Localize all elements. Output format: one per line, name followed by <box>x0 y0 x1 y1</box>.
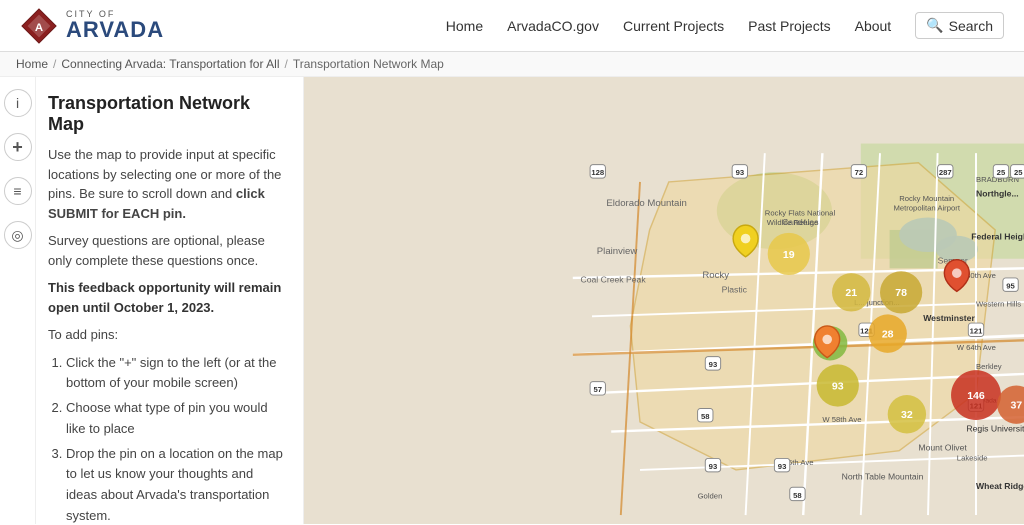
svg-text:W 64th Ave: W 64th Ave <box>957 343 996 352</box>
svg-text:121: 121 <box>970 327 984 336</box>
svg-text:146: 146 <box>967 390 985 402</box>
breadcrumb-sep-1: / <box>53 57 56 71</box>
location-icon: ◎ <box>11 227 23 244</box>
svg-text:19: 19 <box>783 249 795 261</box>
nav-past-projects[interactable]: Past Projects <box>748 18 830 34</box>
svg-text:Westminster: Westminster <box>923 313 975 323</box>
svg-text:Western Hills: Western Hills <box>976 300 1021 309</box>
svg-text:93: 93 <box>709 360 718 369</box>
svg-text:93: 93 <box>832 380 844 392</box>
svg-text:28: 28 <box>882 328 894 340</box>
svg-text:Plainview: Plainview <box>597 246 638 257</box>
cluster-93[interactable]: 93 <box>817 364 859 406</box>
svg-text:Northgle...: Northgle... <box>976 188 1019 198</box>
svg-text:North Table Mountain: North Table Mountain <box>842 472 924 482</box>
search-label: Search <box>949 18 993 34</box>
cluster-19[interactable]: 19 <box>768 233 810 275</box>
plus-icon: + <box>12 137 23 158</box>
svg-text:93: 93 <box>778 462 787 471</box>
svg-text:Lakeside: Lakeside <box>957 453 988 462</box>
page-title: Transportation Network Map <box>48 93 287 135</box>
breadcrumb-home[interactable]: Home <box>16 57 48 71</box>
info-icon-button[interactable]: i <box>4 89 32 117</box>
svg-text:57: 57 <box>593 385 602 394</box>
svg-text:Berkley: Berkley <box>976 362 1002 371</box>
svg-text:Metropolitan Airport: Metropolitan Airport <box>893 204 960 213</box>
svg-text:93: 93 <box>709 462 718 471</box>
svg-text:93: 93 <box>736 168 745 177</box>
breadcrumb-current: Transportation Network Map <box>293 57 444 71</box>
svg-text:A: A <box>35 21 43 33</box>
svg-text:W 58th Ave: W 58th Ave <box>822 415 861 424</box>
svg-text:21: 21 <box>845 287 857 299</box>
svg-text:32: 32 <box>901 409 913 421</box>
breadcrumb: Home / Connecting Arvada: Transportation… <box>0 52 1024 77</box>
svg-text:72: 72 <box>855 168 864 177</box>
svg-text:58: 58 <box>793 491 802 500</box>
breadcrumb-sep-2: / <box>285 57 288 71</box>
intro-text: Use the map to provide input at specific… <box>48 145 287 223</box>
svg-text:Coal Creek Peak: Coal Creek Peak <box>580 275 646 285</box>
svg-text:Rocky: Rocky <box>702 270 729 281</box>
main-layout: i + ≡ ◎ Transportation Network Map Use t… <box>0 77 1024 524</box>
search-icon: 🔍 <box>926 17 943 34</box>
svg-text:Mount Olivet: Mount Olivet <box>918 443 967 453</box>
svg-text:128: 128 <box>591 168 605 177</box>
cluster-28[interactable]: 28 <box>868 314 906 352</box>
header: A CITY OF ARVADA Home ArvadaCO.gov Curre… <box>0 0 1024 52</box>
map-area[interactable]: Eldorado Mountain Plainview Coal Creek P… <box>304 77 1024 524</box>
svg-text:Rocky Mountain: Rocky Mountain <box>899 194 954 203</box>
nav-arvadaco[interactable]: ArvadaCO.gov <box>507 18 599 34</box>
svg-text:Wildlife Refuge: Wildlife Refuge <box>767 218 819 227</box>
step-3: Drop the pin on a location on the map to… <box>66 444 287 524</box>
logo-text: CITY OF ARVADA <box>66 10 164 41</box>
add-pin-button[interactable]: + <box>4 133 32 161</box>
add-pins-label: To add pins: <box>48 325 287 345</box>
survey-note: Survey questions are optional, please on… <box>48 231 287 270</box>
map-svg: Eldorado Mountain Plainview Coal Creek P… <box>304 77 1024 524</box>
svg-text:78: 78 <box>895 287 907 299</box>
deadline-text: This feedback opportunity will remain op… <box>48 278 287 317</box>
main-nav: Home ArvadaCO.gov Current Projects Past … <box>446 12 1004 39</box>
logo-area: A CITY OF ARVADA <box>20 7 164 45</box>
breadcrumb-connecting[interactable]: Connecting Arvada: Transportation for Al… <box>61 57 279 71</box>
search-button[interactable]: 🔍 Search <box>915 12 1004 39</box>
nav-home[interactable]: Home <box>446 18 483 34</box>
svg-text:37: 37 <box>1010 400 1022 412</box>
arvada-label: ARVADA <box>66 19 164 41</box>
cluster-32[interactable]: 32 <box>888 395 926 433</box>
cluster-78[interactable]: 78 <box>880 271 922 313</box>
location-button[interactable]: ◎ <box>4 221 32 249</box>
svg-text:Plastic: Plastic <box>722 284 748 294</box>
svg-text:58: 58 <box>701 412 710 421</box>
filter-button[interactable]: ≡ <box>4 177 32 205</box>
svg-text:Eldorado Mountain: Eldorado Mountain <box>606 198 686 209</box>
filter-icon: ≡ <box>13 183 21 199</box>
steps-list: Click the "+" sign to the left (or at th… <box>48 353 287 525</box>
svg-text:95: 95 <box>1006 282 1015 291</box>
step-2: Choose what type of pin you would like t… <box>66 398 287 440</box>
svg-text:Regis University: Regis University <box>966 424 1024 434</box>
cluster-21[interactable]: 21 <box>832 273 870 311</box>
svg-text:Wheat Ridge: Wheat Ridge <box>976 481 1024 491</box>
deadline-strong: This feedback opportunity will remain op… <box>48 280 281 315</box>
svg-text:25: 25 <box>997 168 1006 177</box>
content-panel: Transportation Network Map Use the map t… <box>36 77 304 524</box>
nav-current-projects[interactable]: Current Projects <box>623 18 724 34</box>
svg-text:25: 25 <box>1014 168 1023 177</box>
svg-text:287: 287 <box>939 168 952 177</box>
logo-icon: A <box>20 7 58 45</box>
sidebar-icons: i + ≡ ◎ <box>0 77 36 524</box>
svg-text:Golden: Golden <box>698 492 723 501</box>
svg-text:Rocky Flats National: Rocky Flats National <box>765 209 836 218</box>
step-1: Click the "+" sign to the left (or at th… <box>66 353 287 395</box>
svg-text:Federal Heights: Federal Heights <box>971 232 1024 242</box>
cluster-146[interactable]: 146 <box>951 370 1001 420</box>
nav-about[interactable]: About <box>855 18 892 34</box>
info-icon: i <box>16 95 19 111</box>
